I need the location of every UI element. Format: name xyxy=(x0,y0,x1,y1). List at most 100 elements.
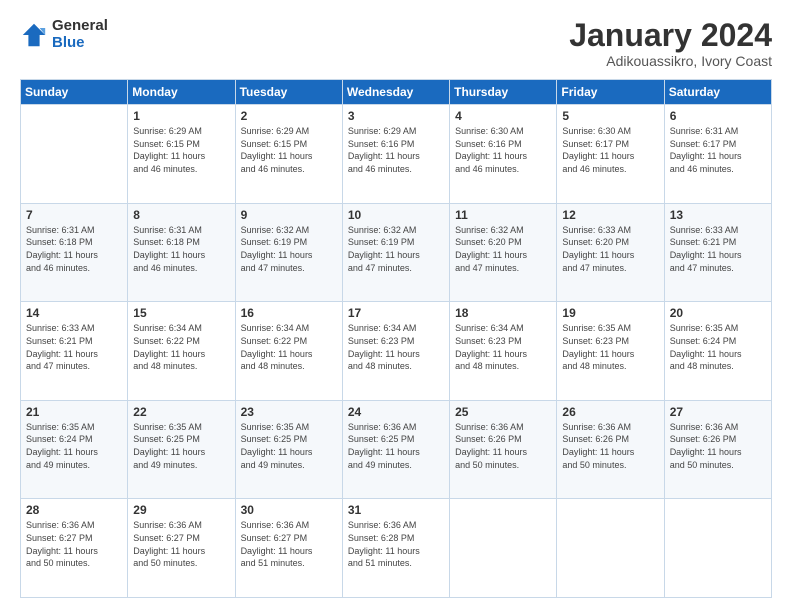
table-row: 1 Sunrise: 6:29 AMSunset: 6:15 PMDaylight… xyxy=(128,105,235,204)
day-number: 11 xyxy=(455,208,551,222)
col-tuesday: Tuesday xyxy=(235,80,342,105)
calendar-week-row: 7 Sunrise: 6:31 AMSunset: 6:18 PMDaylight… xyxy=(21,203,772,302)
day-info: Sunrise: 6:35 AMSunset: 6:25 PMDaylight:… xyxy=(241,421,337,471)
day-info: Sunrise: 6:31 AMSunset: 6:18 PMDaylight:… xyxy=(133,224,229,274)
main-title: January 2024 xyxy=(569,18,772,53)
day-number: 23 xyxy=(241,405,337,419)
day-number: 9 xyxy=(241,208,337,222)
table-row: 26 Sunrise: 6:36 AMSunset: 6:26 PMDayligh… xyxy=(557,400,664,499)
table-row: 15Sunrise: 6:34 AMSunset: 6:22 PMDayligh… xyxy=(128,302,235,401)
day-info: Sunrise: 6:36 AMSunset: 6:26 PMDaylight:… xyxy=(670,421,766,471)
table-row: 13 Sunrise: 6:33 AMSunset: 6:21 PMDayligh… xyxy=(664,203,771,302)
day-number: 4 xyxy=(455,109,551,123)
day-info: Sunrise: 6:34 AMSunset: 6:23 PMDaylight:… xyxy=(455,322,551,372)
table-row: 28 Sunrise: 6:36 AMSunset: 6:27 PMDayligh… xyxy=(21,499,128,598)
table-row: 24 Sunrise: 6:36 AMSunset: 6:25 PMDayligh… xyxy=(342,400,449,499)
day-info: Sunrise: 6:36 AMSunset: 6:27 PMDaylight:… xyxy=(133,519,229,569)
page: General Blue January 2024 Adikouassikro,… xyxy=(0,0,792,612)
day-number: 14 xyxy=(26,306,122,320)
day-info: Sunrise: 6:31 AMSunset: 6:17 PMDaylight:… xyxy=(670,125,766,175)
day-number: 12 xyxy=(562,208,658,222)
table-row xyxy=(557,499,664,598)
day-number: 25 xyxy=(455,405,551,419)
day-number: 5 xyxy=(562,109,658,123)
calendar-week-row: 1 Sunrise: 6:29 AMSunset: 6:15 PMDaylight… xyxy=(21,105,772,204)
col-saturday: Saturday xyxy=(664,80,771,105)
table-row: 22Sunrise: 6:35 AMSunset: 6:25 PMDayligh… xyxy=(128,400,235,499)
day-info: Sunrise: 6:35 AMSunset: 6:23 PMDaylight:… xyxy=(562,322,658,372)
day-number: 10 xyxy=(348,208,444,222)
day-info: Sunrise: 6:29 AMSunset: 6:15 PMDaylight:… xyxy=(133,125,229,175)
table-row: 19 Sunrise: 6:35 AMSunset: 6:23 PMDayligh… xyxy=(557,302,664,401)
day-number: 8 xyxy=(133,208,229,222)
table-row: 2 Sunrise: 6:29 AMSunset: 6:15 PMDaylight… xyxy=(235,105,342,204)
calendar-header-row: Sunday Monday Tuesday Wednesday Thursday… xyxy=(21,80,772,105)
day-number: 3 xyxy=(348,109,444,123)
calendar-week-row: 14 Sunrise: 6:33 AMSunset: 6:21 PMDayligh… xyxy=(21,302,772,401)
day-number: 21 xyxy=(26,405,122,419)
table-row: 6Sunrise: 6:31 AMSunset: 6:17 PMDaylight… xyxy=(664,105,771,204)
table-row: 17 Sunrise: 6:34 AMSunset: 6:23 PMDayligh… xyxy=(342,302,449,401)
table-row: 10 Sunrise: 6:32 AMSunset: 6:19 PMDayligh… xyxy=(342,203,449,302)
day-number: 27 xyxy=(670,405,766,419)
table-row: 16Sunrise: 6:34 AMSunset: 6:22 PMDayligh… xyxy=(235,302,342,401)
day-info: Sunrise: 6:32 AMSunset: 6:20 PMDaylight:… xyxy=(455,224,551,274)
logo-general-label: General xyxy=(52,18,108,35)
day-number: 20 xyxy=(670,306,766,320)
day-info: Sunrise: 6:36 AMSunset: 6:26 PMDaylight:… xyxy=(455,421,551,471)
table-row: 11 Sunrise: 6:32 AMSunset: 6:20 PMDayligh… xyxy=(450,203,557,302)
day-info: Sunrise: 6:36 AMSunset: 6:25 PMDaylight:… xyxy=(348,421,444,471)
day-info: Sunrise: 6:33 AMSunset: 6:21 PMDaylight:… xyxy=(670,224,766,274)
col-monday: Monday xyxy=(128,80,235,105)
table-row: 29Sunrise: 6:36 AMSunset: 6:27 PMDayligh… xyxy=(128,499,235,598)
day-number: 28 xyxy=(26,503,122,517)
logo-blue-label: Blue xyxy=(52,35,108,52)
day-info: Sunrise: 6:29 AMSunset: 6:15 PMDaylight:… xyxy=(241,125,337,175)
calendar-week-row: 28 Sunrise: 6:36 AMSunset: 6:27 PMDayligh… xyxy=(21,499,772,598)
day-info: Sunrise: 6:30 AMSunset: 6:16 PMDaylight:… xyxy=(455,125,551,175)
day-info: Sunrise: 6:35 AMSunset: 6:25 PMDaylight:… xyxy=(133,421,229,471)
day-number: 26 xyxy=(562,405,658,419)
day-number: 7 xyxy=(26,208,122,222)
day-info: Sunrise: 6:36 AMSunset: 6:27 PMDaylight:… xyxy=(26,519,122,569)
day-number: 2 xyxy=(241,109,337,123)
day-info: Sunrise: 6:33 AMSunset: 6:20 PMDaylight:… xyxy=(562,224,658,274)
logo-text: General Blue xyxy=(52,18,108,51)
table-row: 8 Sunrise: 6:31 AMSunset: 6:18 PMDaylight… xyxy=(128,203,235,302)
table-row: 25 Sunrise: 6:36 AMSunset: 6:26 PMDayligh… xyxy=(450,400,557,499)
table-row: 9 Sunrise: 6:32 AMSunset: 6:19 PMDaylight… xyxy=(235,203,342,302)
table-row xyxy=(450,499,557,598)
day-info: Sunrise: 6:34 AMSunset: 6:23 PMDaylight:… xyxy=(348,322,444,372)
table-row: 31Sunrise: 6:36 AMSunset: 6:28 PMDayligh… xyxy=(342,499,449,598)
table-row: 23 Sunrise: 6:35 AMSunset: 6:25 PMDayligh… xyxy=(235,400,342,499)
table-row: 30Sunrise: 6:36 AMSunset: 6:27 PMDayligh… xyxy=(235,499,342,598)
day-info: Sunrise: 6:29 AMSunset: 6:16 PMDaylight:… xyxy=(348,125,444,175)
header: General Blue January 2024 Adikouassikro,… xyxy=(20,18,772,69)
day-info: Sunrise: 6:32 AMSunset: 6:19 PMDaylight:… xyxy=(348,224,444,274)
table-row xyxy=(664,499,771,598)
day-info: Sunrise: 6:34 AMSunset: 6:22 PMDaylight:… xyxy=(241,322,337,372)
day-number: 15 xyxy=(133,306,229,320)
day-number: 24 xyxy=(348,405,444,419)
title-block: January 2024 Adikouassikro, Ivory Coast xyxy=(569,18,772,69)
day-number: 17 xyxy=(348,306,444,320)
table-row: 27 Sunrise: 6:36 AMSunset: 6:26 PMDayligh… xyxy=(664,400,771,499)
table-row: 7Sunrise: 6:31 AMSunset: 6:18 PMDaylight… xyxy=(21,203,128,302)
day-info: Sunrise: 6:36 AMSunset: 6:28 PMDaylight:… xyxy=(348,519,444,569)
day-info: Sunrise: 6:32 AMSunset: 6:19 PMDaylight:… xyxy=(241,224,337,274)
table-row: 4 Sunrise: 6:30 AMSunset: 6:16 PMDaylight… xyxy=(450,105,557,204)
subtitle: Adikouassikro, Ivory Coast xyxy=(569,53,772,69)
day-number: 19 xyxy=(562,306,658,320)
col-thursday: Thursday xyxy=(450,80,557,105)
day-info: Sunrise: 6:33 AMSunset: 6:21 PMDaylight:… xyxy=(26,322,122,372)
day-number: 13 xyxy=(670,208,766,222)
calendar-table: Sunday Monday Tuesday Wednesday Thursday… xyxy=(20,79,772,598)
table-row: 3 Sunrise: 6:29 AMSunset: 6:16 PMDaylight… xyxy=(342,105,449,204)
day-number: 1 xyxy=(133,109,229,123)
day-info: Sunrise: 6:30 AMSunset: 6:17 PMDaylight:… xyxy=(562,125,658,175)
logo-icon xyxy=(20,21,48,49)
table-row: 5 Sunrise: 6:30 AMSunset: 6:17 PMDaylight… xyxy=(557,105,664,204)
day-info: Sunrise: 6:36 AMSunset: 6:26 PMDaylight:… xyxy=(562,421,658,471)
day-number: 18 xyxy=(455,306,551,320)
table-row: 21Sunrise: 6:35 AMSunset: 6:24 PMDayligh… xyxy=(21,400,128,499)
